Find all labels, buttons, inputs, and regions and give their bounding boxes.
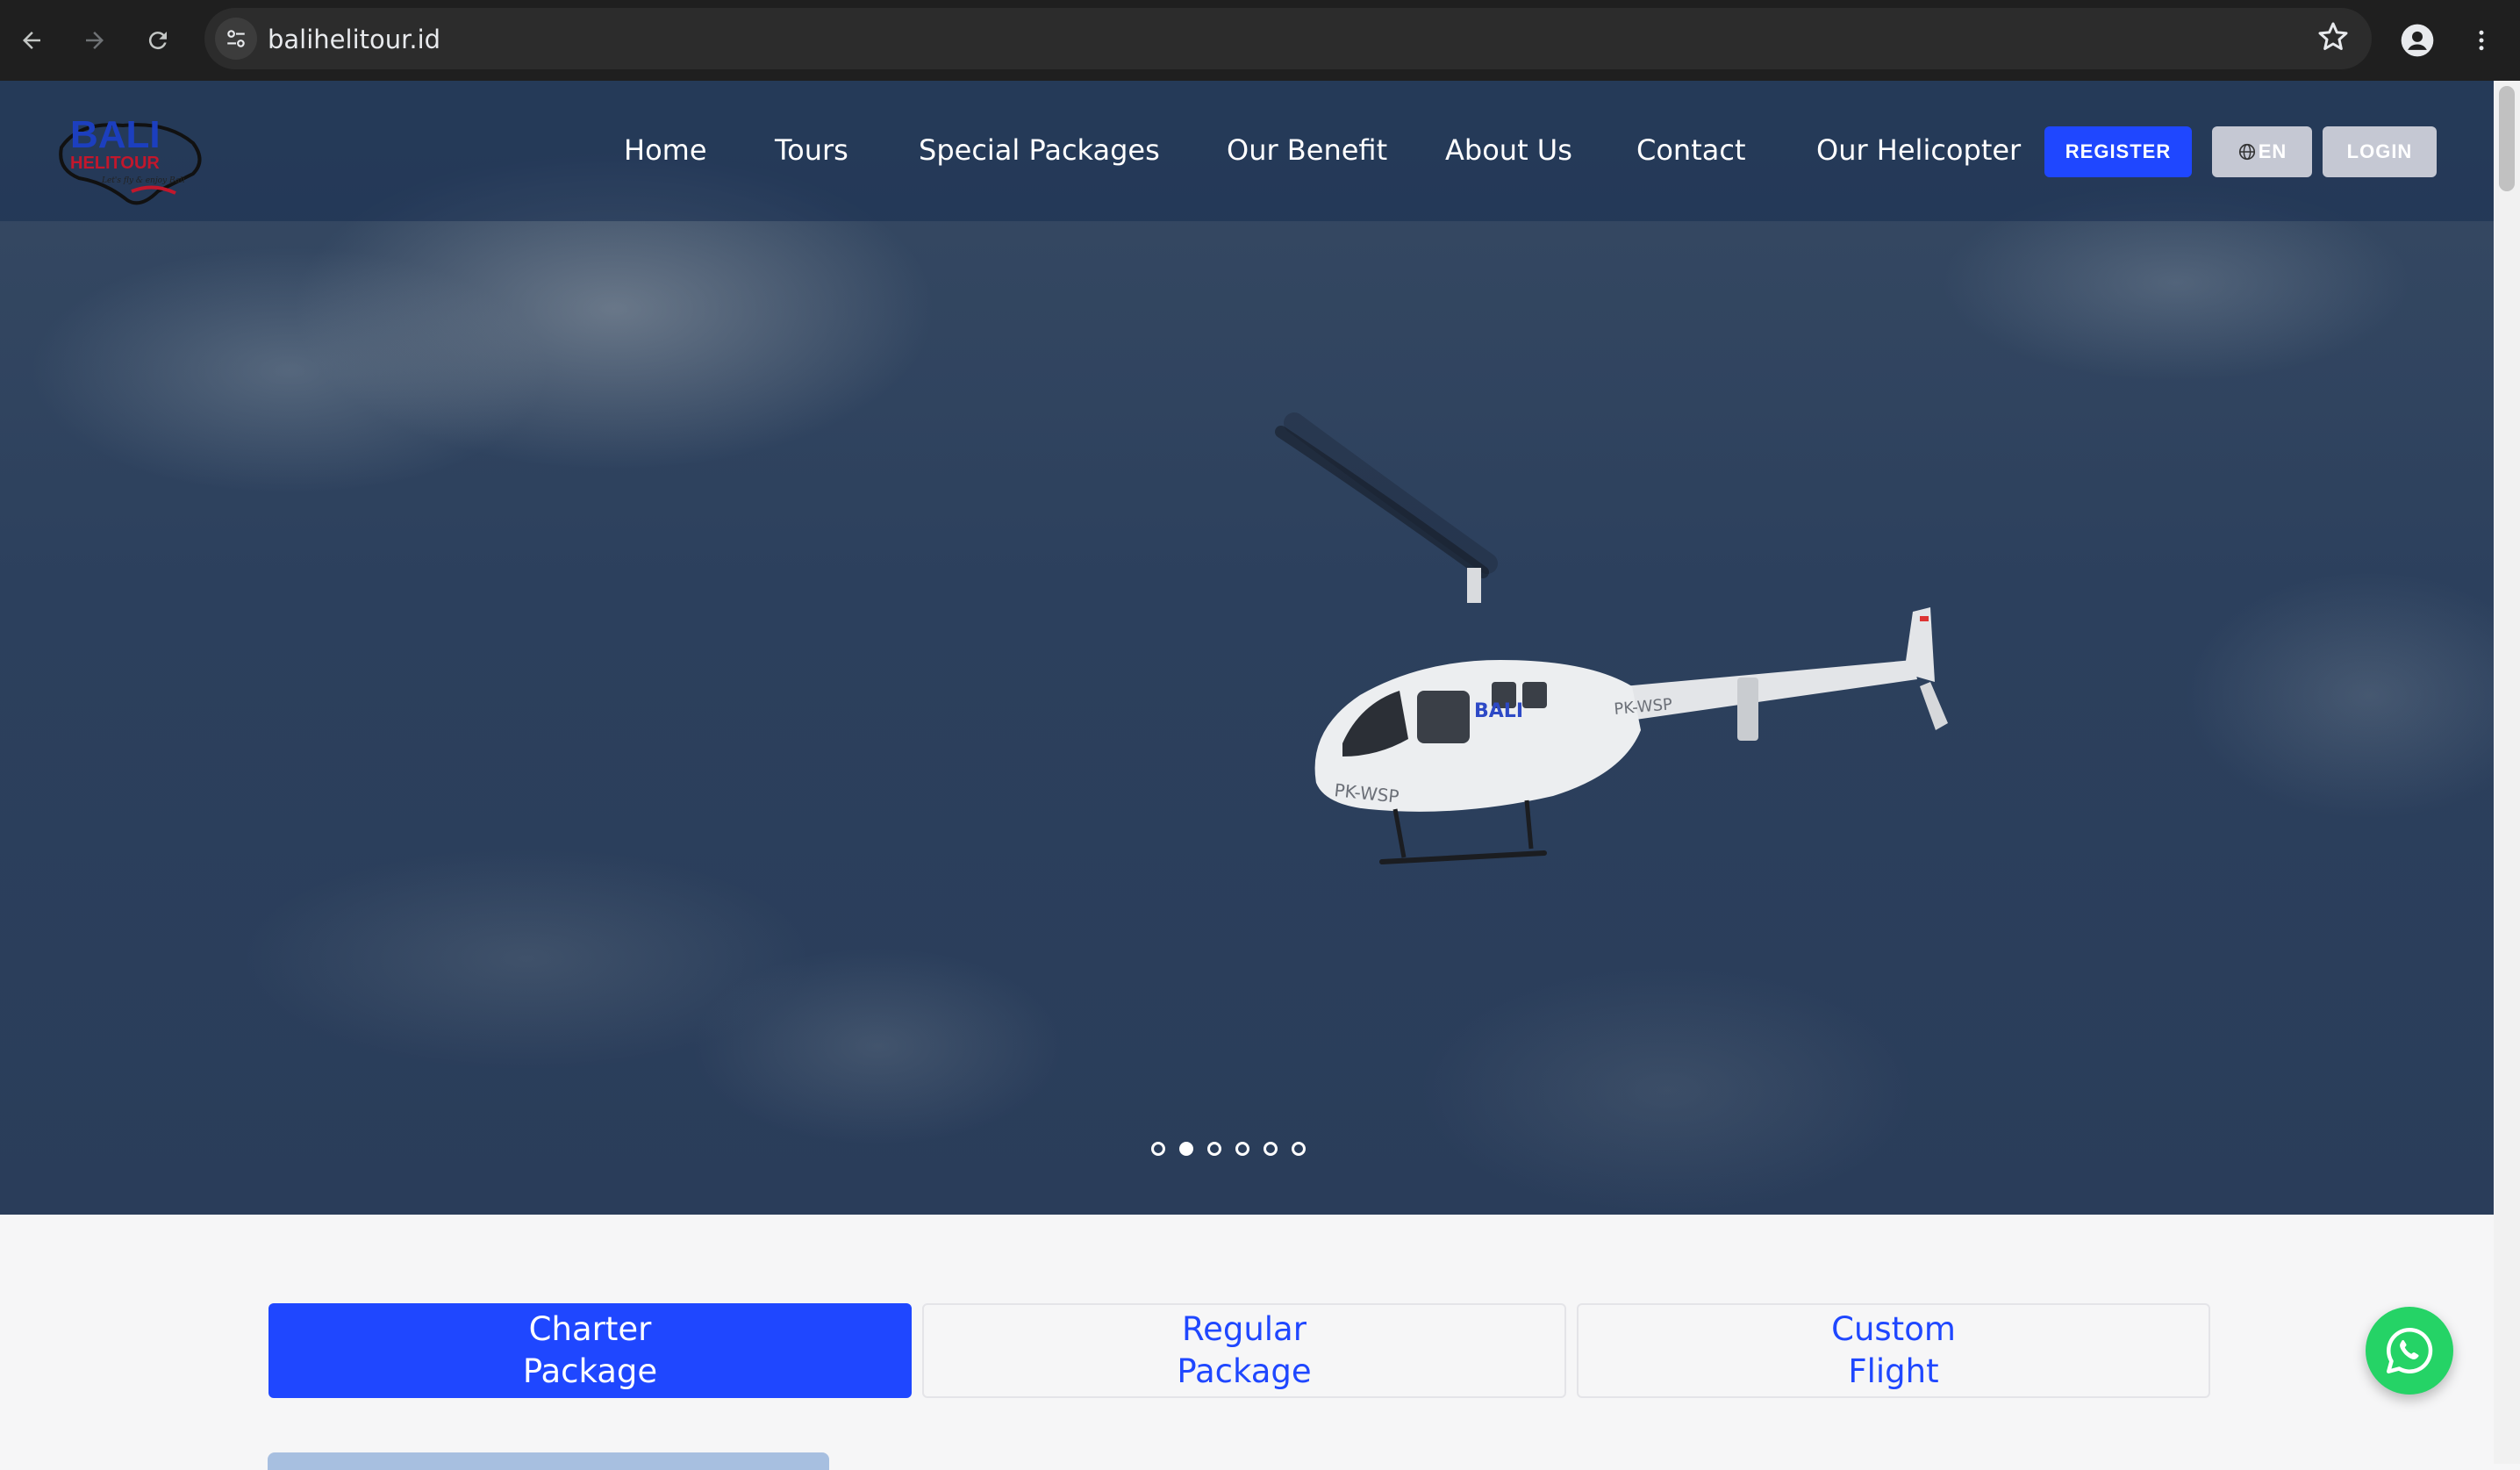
tab-label-line2: Package xyxy=(1177,1352,1312,1390)
reload-button[interactable] xyxy=(137,19,179,61)
arrow-right-icon xyxy=(86,32,104,49)
tab-label-line1: Regular xyxy=(1182,1310,1307,1348)
more-vertical-icon xyxy=(2479,30,2484,51)
reload-icon xyxy=(148,32,167,50)
browser-menu-button[interactable] xyxy=(2460,19,2502,61)
star-icon xyxy=(2318,22,2348,51)
login-button-label: LOGIN xyxy=(2346,140,2413,162)
helicopter-image: PK-WSP PK-WSP BALI xyxy=(1275,412,1948,864)
globe-icon xyxy=(2238,143,2255,161)
slider-dot-active[interactable] xyxy=(1179,1142,1193,1156)
site-logo[interactable]: BALI HELITOUR Let's fly & enjoy Bali xyxy=(44,95,219,218)
nav-contact-link[interactable]: Contact xyxy=(1636,133,1746,167)
tab-label-line2: Package xyxy=(522,1352,658,1390)
browser-toolbar: balihelitour.id xyxy=(0,0,2520,81)
page-scrollbar[interactable] xyxy=(2494,81,2520,1464)
slider-pagination xyxy=(1151,1142,1306,1156)
tab-label-line2: Flight xyxy=(1848,1352,1939,1390)
svg-text:HELITOUR: HELITOUR xyxy=(70,154,160,173)
nav-our-helicopter-link[interactable]: Our Helicopter xyxy=(1816,133,2021,167)
tab-charter-package[interactable]: Charter Package xyxy=(268,1303,912,1398)
bali-map-logo-icon: BALI HELITOUR Let's fly & enjoy Bali xyxy=(59,113,202,205)
slider-dot[interactable] xyxy=(1264,1142,1278,1156)
register-button[interactable]: REGISTER xyxy=(2044,126,2192,177)
bookmark-button[interactable] xyxy=(2316,19,2351,59)
tab-custom-flight[interactable]: Custom Flight xyxy=(1577,1303,2210,1398)
arrow-left-icon xyxy=(23,32,40,49)
whatsapp-chat-button[interactable] xyxy=(2366,1307,2453,1395)
url-text[interactable]: balihelitour.id xyxy=(268,25,440,54)
slider-dot[interactable] xyxy=(1292,1142,1306,1156)
back-button[interactable] xyxy=(11,19,53,61)
package-card[interactable] xyxy=(268,1452,829,1470)
svg-text:BALI: BALI xyxy=(1474,700,1523,722)
whatsapp-icon xyxy=(2387,1327,2433,1373)
slider-dot[interactable] xyxy=(1207,1142,1221,1156)
scrollbar-thumb[interactable] xyxy=(2499,86,2515,191)
slider-dot[interactable] xyxy=(1151,1142,1165,1156)
language-label: EN xyxy=(2258,140,2287,162)
tab-label-line1: Custom xyxy=(1831,1310,1956,1348)
tune-icon xyxy=(227,30,245,47)
forward-button[interactable] xyxy=(74,19,116,61)
site-info-button[interactable] xyxy=(215,18,257,60)
register-button-label: REGISTER xyxy=(2065,140,2172,162)
site-navbar: BALI HELITOUR Let's fly & enjoy Bali Hom… xyxy=(0,81,2494,221)
language-button[interactable]: EN xyxy=(2212,126,2312,177)
nav-about-us-link[interactable]: About Us xyxy=(1445,133,1572,167)
address-bar[interactable]: balihelitour.id xyxy=(204,8,2372,69)
login-button[interactable]: LOGIN xyxy=(2323,126,2437,177)
slider-dot[interactable] xyxy=(1235,1142,1249,1156)
svg-text:Let's fly & enjoy Bali: Let's fly & enjoy Bali xyxy=(101,176,185,185)
logo-text: BALI xyxy=(70,113,161,156)
hero-slider: PK-WSP PK-WSP BALI BALI HELITOUR Let's f… xyxy=(0,81,2494,1215)
page-viewport: PK-WSP PK-WSP BALI BALI HELITOUR Let's f… xyxy=(0,81,2520,1470)
tab-regular-package[interactable]: Regular Package xyxy=(922,1303,1566,1398)
profile-button[interactable] xyxy=(2396,19,2438,61)
nav-home-link[interactable]: Home xyxy=(624,133,707,167)
nav-our-benefit-link[interactable]: Our Benefit xyxy=(1227,133,1387,167)
profile-icon xyxy=(2401,24,2434,57)
nav-special-packages-link[interactable]: Special Packages xyxy=(919,133,1160,167)
nav-tours-link[interactable]: Tours xyxy=(775,133,848,167)
tab-label-line1: Charter xyxy=(528,1310,652,1348)
